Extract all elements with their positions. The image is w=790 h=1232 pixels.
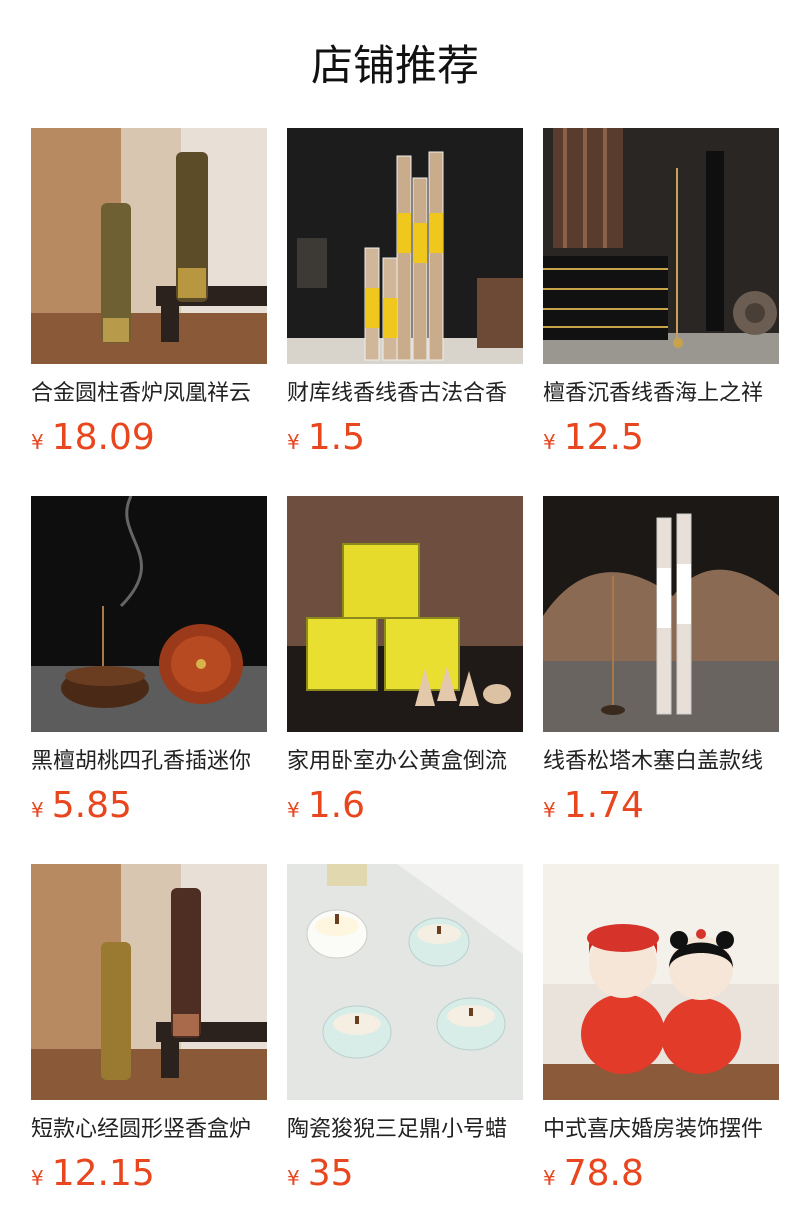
yellow-box-incense-cones-image[interactable] bbox=[287, 496, 523, 732]
wooden-incense-burner-image[interactable] bbox=[31, 496, 267, 732]
price-value: 18.09 bbox=[51, 417, 155, 458]
currency-symbol: ¥ bbox=[31, 798, 44, 822]
product-card[interactable]: 财库线香线香古法合香 ¥1.5 bbox=[287, 128, 523, 468]
product-name[interactable]: 家用卧室办公黄盒倒流 bbox=[287, 746, 523, 778]
product-card[interactable]: 黑檀胡桃四孔香插迷你 ¥5.85 bbox=[31, 496, 267, 836]
page-title: 店铺推荐 bbox=[310, 41, 479, 90]
black-incense-box-image[interactable] bbox=[543, 128, 779, 364]
product-name[interactable]: 线香松塔木塞白盖款线 bbox=[543, 746, 779, 778]
product-name[interactable]: 合金圆柱香炉凤凰祥云 bbox=[31, 378, 267, 410]
wedding-couple-figurine-image[interactable] bbox=[543, 864, 779, 1100]
product-name[interactable]: 中式喜庆婚房装饰摆件 bbox=[543, 1114, 779, 1146]
product-price: ¥1.6 bbox=[287, 784, 365, 828]
product-price: ¥18.09 bbox=[31, 416, 155, 460]
product-name[interactable]: 财库线香线香古法合香 bbox=[287, 378, 523, 410]
brass-cylinder-incense-holder-image[interactable] bbox=[31, 128, 267, 364]
product-price: ¥35 bbox=[287, 1152, 354, 1196]
product-price: ¥12.15 bbox=[31, 1152, 155, 1196]
currency-symbol: ¥ bbox=[31, 1166, 44, 1190]
product-price: ¥12.5 bbox=[543, 416, 644, 460]
ceramic-candle-cups-image[interactable] bbox=[287, 864, 523, 1100]
currency-symbol: ¥ bbox=[287, 430, 300, 454]
currency-symbol: ¥ bbox=[287, 798, 300, 822]
product-card[interactable]: 檀香沉香线香海上之祥 ¥12.5 bbox=[543, 128, 779, 468]
product-price: ¥5.85 bbox=[31, 784, 132, 828]
product-card[interactable]: 家用卧室办公黄盒倒流 ¥1.6 bbox=[287, 496, 523, 836]
incense-stick-tubes-image[interactable] bbox=[287, 128, 523, 364]
currency-symbol: ¥ bbox=[543, 798, 556, 822]
product-card[interactable]: 陶瓷狻猊三足鼎小号蜡 ¥35 bbox=[287, 864, 523, 1204]
price-value: 12.5 bbox=[563, 417, 644, 458]
product-card[interactable]: 线香松塔木塞白盖款线 ¥1.74 bbox=[543, 496, 779, 836]
price-value: 5.85 bbox=[51, 785, 132, 826]
price-value: 78.8 bbox=[563, 1153, 644, 1194]
currency-symbol: ¥ bbox=[543, 430, 556, 454]
price-value: 35 bbox=[307, 1153, 354, 1194]
product-card[interactable]: 中式喜庆婚房装饰摆件 ¥78.8 bbox=[543, 864, 779, 1204]
price-value: 1.5 bbox=[307, 417, 365, 458]
short-cylinder-incense-box-image[interactable] bbox=[31, 864, 267, 1100]
currency-symbol: ¥ bbox=[31, 430, 44, 454]
currency-symbol: ¥ bbox=[287, 1166, 300, 1190]
product-name[interactable]: 陶瓷狻猊三足鼎小号蜡 bbox=[287, 1114, 523, 1146]
product-price: ¥78.8 bbox=[543, 1152, 644, 1196]
price-value: 1.74 bbox=[563, 785, 644, 826]
product-card[interactable]: 短款心经圆形竖香盒炉 ¥12.15 bbox=[31, 864, 267, 1204]
price-value: 12.15 bbox=[51, 1153, 155, 1194]
product-name[interactable]: 黑檀胡桃四孔香插迷你 bbox=[31, 746, 267, 778]
pine-incense-tubes-image[interactable] bbox=[543, 496, 779, 732]
product-price: ¥1.5 bbox=[287, 416, 365, 460]
product-card[interactable]: 合金圆柱香炉凤凰祥云 ¥18.09 bbox=[31, 128, 267, 468]
product-name[interactable]: 短款心经圆形竖香盒炉 bbox=[31, 1114, 267, 1146]
currency-symbol: ¥ bbox=[543, 1166, 556, 1190]
product-name[interactable]: 檀香沉香线香海上之祥 bbox=[543, 378, 779, 410]
product-price: ¥1.74 bbox=[543, 784, 644, 828]
price-value: 1.6 bbox=[307, 785, 365, 826]
